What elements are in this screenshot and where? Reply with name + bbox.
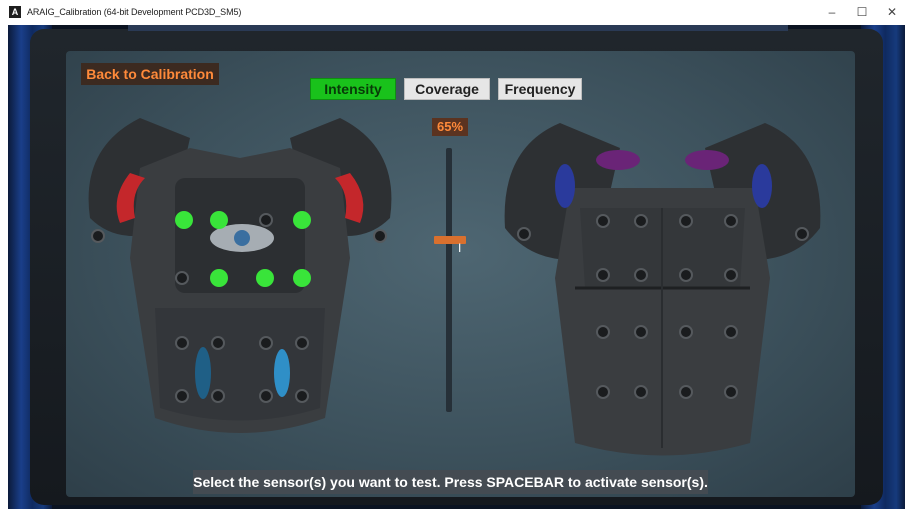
sensor-chest-3 bbox=[293, 211, 311, 229]
sensor-chest-1 bbox=[175, 211, 193, 229]
sensor-chest-5 bbox=[256, 269, 274, 287]
text-cursor-icon: I bbox=[458, 241, 462, 255]
vest-back bbox=[504, 123, 821, 456]
back-to-calibration-button[interactable]: Back to Calibration bbox=[81, 63, 219, 85]
window-controls: – ☐ ✕ bbox=[817, 0, 907, 24]
front-left-side-sensor[interactable] bbox=[195, 347, 211, 399]
back-right-shoulder-sensor[interactable] bbox=[752, 164, 772, 208]
back-upper-left-sensor[interactable] bbox=[596, 150, 640, 170]
close-button[interactable]: ✕ bbox=[877, 0, 907, 24]
back-left-shoulder-sensor[interactable] bbox=[555, 164, 575, 208]
tab-coverage[interactable]: Coverage bbox=[404, 78, 490, 100]
front-right-side-sensor[interactable] bbox=[274, 349, 290, 397]
tab-frequency[interactable]: Frequency bbox=[498, 78, 582, 100]
intensity-value-label: 65% bbox=[432, 118, 468, 136]
frame-top-trim bbox=[128, 25, 788, 31]
minimize-button[interactable]: – bbox=[817, 0, 847, 24]
sensor-chest-6 bbox=[293, 269, 311, 287]
sensor-chest-2 bbox=[210, 211, 228, 229]
instruction-message: Select the sensor(s) you want to test. P… bbox=[193, 470, 708, 494]
sensor-chest-4 bbox=[210, 269, 228, 287]
maximize-button[interactable]: ☐ bbox=[847, 0, 877, 24]
app-icon: A bbox=[9, 6, 21, 18]
window-title: ARAIG_Calibration (64-bit Development PC… bbox=[27, 7, 242, 17]
window-titlebar: A ARAIG_Calibration (64-bit Development … bbox=[0, 0, 907, 24]
vest-front bbox=[88, 118, 392, 433]
intensity-slider-track[interactable] bbox=[446, 148, 452, 412]
back-upper-right-sensor[interactable] bbox=[685, 150, 729, 170]
tab-intensity[interactable]: Intensity bbox=[310, 78, 396, 100]
